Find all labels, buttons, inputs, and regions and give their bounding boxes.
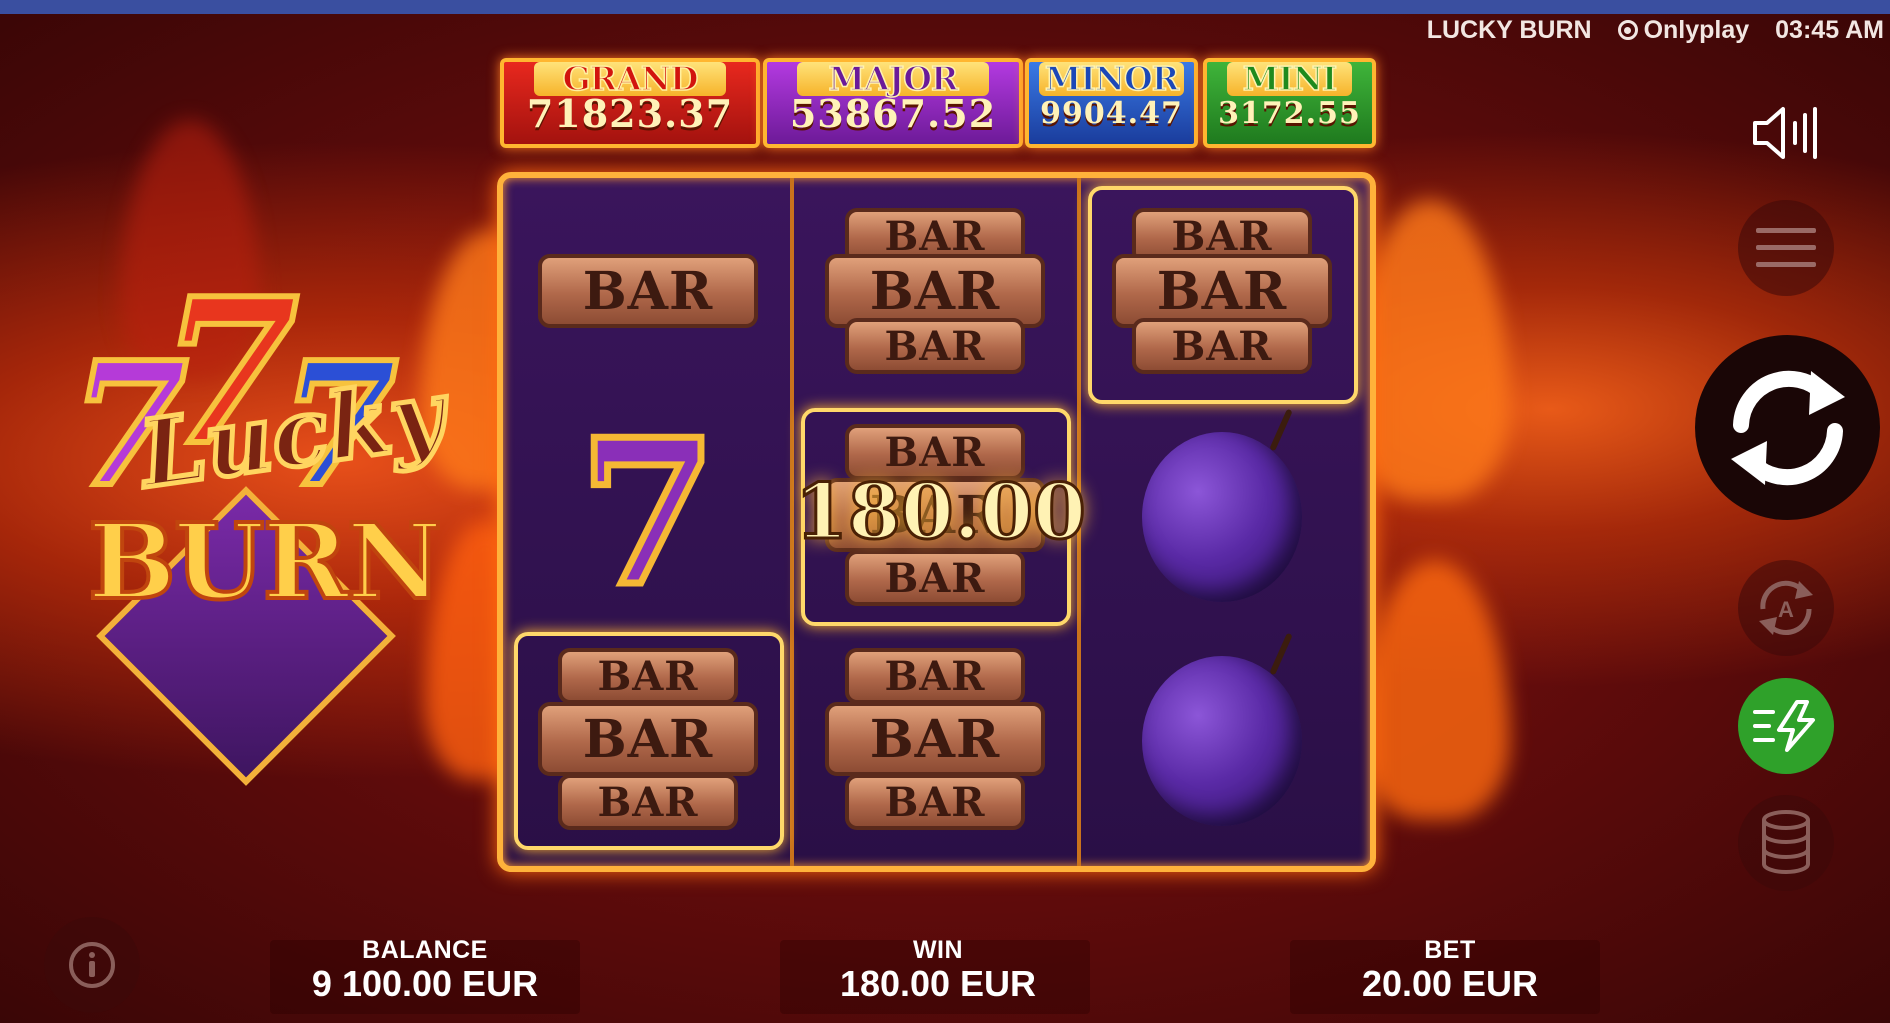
flame-right-low: [1360, 560, 1510, 820]
jackpot-minor-value: 9904.47: [1040, 96, 1183, 131]
jackpot-major: MAJOR 53867.52: [763, 58, 1023, 148]
symbol-label: BAR: [869, 260, 1001, 322]
bar-plate-bottom: BAR: [845, 550, 1025, 606]
plum-stem: [1269, 408, 1293, 452]
bet-button[interactable]: [1738, 795, 1834, 891]
bar-plate-bottom: BAR: [1132, 318, 1312, 374]
spin-icon: [1730, 370, 1845, 485]
symbol-triple-bar: BAR BAR BAR: [795, 178, 1075, 402]
symbol-triple-bar: BAR BAR BAR: [508, 626, 788, 850]
game-title: LUCKY BURN: [1426, 15, 1592, 44]
bet-value: 20.00 EUR: [1361, 963, 1539, 1004]
header-info: LUCKY BURN Onlyplay 03:45 AM: [1427, 14, 1884, 46]
bar-plate-bottom: BAR: [845, 774, 1025, 830]
reel-3: BAR BAR BAR: [1082, 178, 1362, 866]
bar-plate-top: BAR: [558, 648, 738, 704]
jackpot-grand-value: 71823.37: [526, 91, 734, 136]
jackpot-grand: GRAND 71823.37: [500, 58, 760, 148]
symbol-label: BAR: [884, 322, 986, 370]
win-display: WIN 180.00 EUR: [788, 936, 1088, 1004]
symbol-triple-bar: BAR BAR BAR: [795, 626, 1075, 850]
turbo-button[interactable]: [1738, 678, 1834, 774]
bar-plate-mid: BAR: [825, 254, 1045, 328]
symbol-plum: [1082, 626, 1362, 850]
win-value: 180.00 EUR: [839, 963, 1037, 1004]
bar-plate-mid: BAR: [825, 702, 1045, 776]
symbol-label: BAR: [582, 708, 714, 770]
svg-text:A: A: [1778, 597, 1794, 622]
jackpot-mini-label: MINI: [1227, 61, 1352, 96]
balance-label: BALANCE: [362, 936, 488, 964]
top-accent-bar: [0, 0, 1890, 14]
symbol-label: BAR: [1171, 212, 1273, 260]
jackpot-minor-label: MINOR: [1039, 61, 1184, 96]
info-icon: [69, 942, 115, 988]
symbol-label: BAR: [884, 652, 986, 700]
logo-burn-text: BURN: [86, 498, 444, 625]
provider-logo-icon: [1617, 20, 1638, 40]
jackpot-major-value: 53867.52: [789, 91, 997, 136]
symbol-triple-bar: BAR BAR BAR: [1082, 178, 1362, 404]
plum-icon: [1142, 432, 1302, 602]
seven-symbol: 7: [575, 396, 721, 631]
bar-plate-top: BAR: [845, 648, 1025, 704]
provider-name: Onlyplay: [1643, 15, 1750, 44]
plum-icon: [1142, 656, 1302, 826]
game-logo: 7 7 7 Lucky BURN: [60, 252, 470, 786]
bar-plate-mid: BAR: [1112, 254, 1332, 328]
plum-stem: [1269, 632, 1293, 676]
bet-display[interactable]: BET 20.00 EUR: [1300, 936, 1600, 1004]
provider: Onlyplay: [1617, 15, 1750, 45]
sound-button[interactable]: [1738, 85, 1834, 181]
bar-plate-bottom: BAR: [845, 318, 1025, 374]
spin-button[interactable]: [1695, 335, 1880, 520]
bar-plate-bottom: BAR: [558, 774, 738, 830]
bar-plate-mid: BAR: [538, 702, 758, 776]
symbol-label: BAR: [1156, 260, 1288, 322]
symbol-label: BAR: [597, 778, 699, 826]
autoplay-button[interactable]: A: [1738, 560, 1834, 656]
symbol-label: BAR: [597, 652, 699, 700]
turbo-icon: [1753, 700, 1815, 752]
reel-1: BAR 7 BAR BAR BAR: [508, 178, 788, 866]
symbol-label: BAR: [884, 778, 986, 826]
win-amount-overlay: 180.00: [794, 466, 1088, 558]
win-label: WIN: [912, 936, 964, 964]
coins-icon: [1762, 810, 1810, 874]
reel-separator: [790, 178, 794, 866]
symbol-plum: [1082, 402, 1362, 626]
autoplay-icon: A: [1759, 580, 1813, 635]
menu-icon: [1756, 228, 1816, 267]
clock: 03:45 AM: [1775, 15, 1884, 44]
menu-button[interactable]: [1738, 200, 1834, 296]
jackpot-mini: MINI 3172.55: [1203, 58, 1376, 148]
symbol-label: BAR: [582, 260, 714, 322]
symbol-bar: BAR: [508, 178, 788, 402]
jackpot-minor: MINOR 9904.47: [1025, 58, 1198, 148]
bet-label: BET: [1424, 936, 1476, 964]
jackpot-mini-value: 3172.55: [1218, 96, 1361, 131]
symbol-seven: 7: [508, 402, 788, 626]
symbol-label: BAR: [884, 554, 986, 602]
symbol-label: BAR: [1171, 322, 1273, 370]
bar-plate: BAR: [538, 254, 758, 328]
info-button[interactable]: [44, 917, 140, 1013]
symbol-label: BAR: [869, 708, 1001, 770]
balance-value: 9 100.00 EUR: [311, 963, 539, 1004]
symbol-label: BAR: [884, 212, 986, 260]
balance-display: BALANCE 9 100.00 EUR: [275, 936, 575, 1004]
sound-icon: [1753, 107, 1817, 159]
